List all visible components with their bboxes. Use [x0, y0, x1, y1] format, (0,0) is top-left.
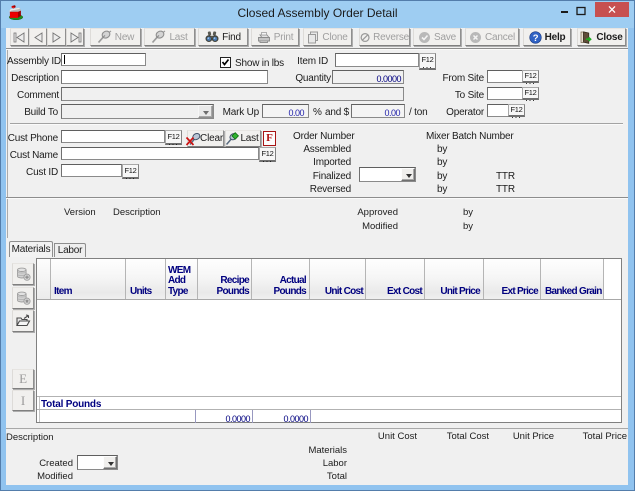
svg-text:?: ?	[532, 33, 538, 44]
